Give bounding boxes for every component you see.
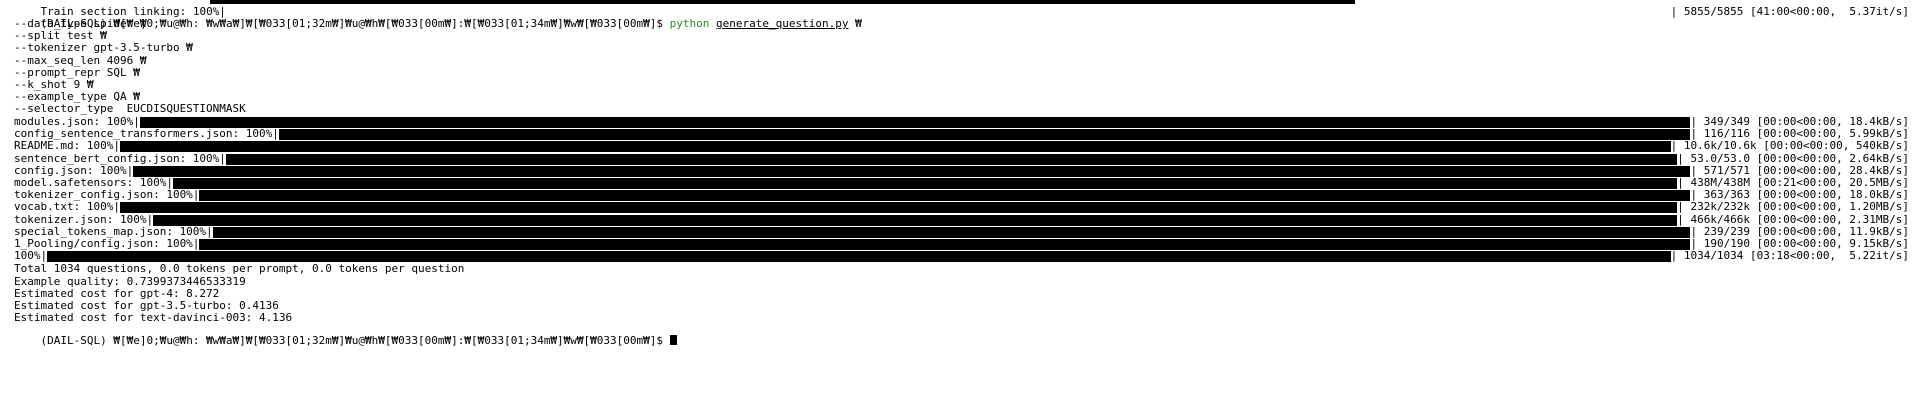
output-line: Estimated cost for gpt-4: 8.272 bbox=[14, 286, 220, 300]
progress-bar-fill bbox=[120, 202, 1677, 214]
progress-row: tokenizer_config.json: 100%| | 363/363 [0… bbox=[14, 188, 1915, 202]
progress-bar-fill bbox=[173, 178, 1677, 189]
progress-label: config.json: 100%| bbox=[14, 163, 134, 177]
progress-stats: | 363/363 [00:00<00:00, 18.0kB/s] bbox=[1690, 188, 1909, 202]
progress-stats: | 1034/1034 [03:18<00:00, 5.22it/s] bbox=[1670, 249, 1909, 263]
progress-bar-fill bbox=[199, 190, 1690, 202]
progress-stats: | 349/349 [00:00<00:00, 18.4kB/s] bbox=[1690, 115, 1909, 128]
clipped-progress-bar bbox=[210, 0, 1355, 4]
progress-row: sentence_bert_config.json: 100%| | 53.0/5… bbox=[14, 151, 1915, 165]
progress-bar-fill bbox=[153, 214, 1677, 226]
progress-stats: | 10.6k/10.6k [00:00<00:00, 540kB/s] bbox=[1670, 139, 1909, 153]
command-arg-line: --prompt_repr SQL ₩ bbox=[14, 65, 140, 79]
progress-row: 1_Pooling/config.json: 100%| | 190/190 [0… bbox=[14, 238, 1915, 250]
command-arg-line: --selector_type EUCDISQUESTIONMASK bbox=[14, 102, 246, 116]
progress-bar-fill bbox=[120, 141, 1671, 153]
terminal-window[interactable]: Train section linking: 100%| | 5855/5855… bbox=[0, 0, 1915, 401]
clipped-progress-stats: | 5855/5855 [41:00<00:00, 5.37it/s] bbox=[1670, 5, 1909, 18]
clipped-progress-line: Train section linking: 100%| bbox=[14, 0, 226, 17]
progress-label: config_sentence_transformers.json: 100%| bbox=[14, 127, 279, 141]
progress-label: sentence_bert_config.json: 100%| bbox=[14, 151, 226, 165]
line-continuation: ₩ bbox=[848, 17, 862, 30]
final-prompt-text: (DAIL-SQL) ₩[₩e]0;₩u@₩h: ₩w₩a₩]₩[₩033[01… bbox=[40, 334, 670, 348]
progress-label: vocab.txt: 100%| bbox=[14, 200, 120, 214]
progress-stats: | 53.0/53.0 [00:00<00:00, 2.64kB/s] bbox=[1677, 151, 1909, 165]
progress-stats: | 239/239 [00:00<00:00, 11.9kB/s] bbox=[1690, 224, 1909, 238]
progress-stats: | 116/116 [00:00<00:00, 5.99kB/s] bbox=[1690, 127, 1909, 141]
command-arg-line: --tokenizer gpt-3.5-turbo ₩ bbox=[14, 41, 193, 55]
progress-stats: | 438M/438M [00:21<00:00, 20.5MB/s] bbox=[1677, 176, 1909, 189]
progress-row: config_sentence_transformers.json: 100%|… bbox=[14, 127, 1915, 141]
progress-label: 100%| bbox=[14, 249, 48, 263]
progress-row: modules.json: 100%| | 349/349 [00:00<00:0… bbox=[14, 116, 1915, 128]
progress-row: config.json: 100%| | 571/571 [00:00<00:00… bbox=[14, 163, 1915, 177]
output-line: Total 1034 questions, 0.0 tokens per pro… bbox=[14, 262, 465, 276]
progress-stats: | 571/571 [00:00<00:00, 28.4kB/s] bbox=[1690, 163, 1909, 177]
text-cursor bbox=[669, 335, 677, 346]
progress-stats: | 232k/232k [00:00<00:00, 1.20MB/s] bbox=[1677, 200, 1909, 214]
progress-bar-fill bbox=[133, 165, 1690, 177]
command-arg-line: --max_seq_len 4096 ₩ bbox=[14, 53, 147, 67]
output-line: Estimated cost for text-davinci-003: 4.1… bbox=[14, 311, 293, 325]
progress-label: special_tokens_map.json: 100%| bbox=[14, 224, 213, 238]
command-name: python bbox=[669, 17, 710, 30]
progress-stats: | 190/190 [00:00<00:00, 9.15kB/s] bbox=[1690, 237, 1909, 250]
progress-row: tokenizer.json: 100%| | 466k/466k [00:00<… bbox=[14, 212, 1915, 226]
command-arg-line: --k_shot 9 ₩ bbox=[14, 78, 94, 91]
command-arg-line: --data_type spider ₩ bbox=[14, 17, 147, 30]
output-line: Example quality: 0.7399373446533319 bbox=[14, 274, 246, 288]
command-arg-line: --example_type QA ₩ bbox=[14, 90, 140, 104]
command-arg-line: --split test ₩ bbox=[14, 29, 107, 43]
progress-bar-fill bbox=[279, 129, 1690, 141]
progress-bar-fill bbox=[140, 117, 1690, 128]
prompt-mangled: ₩[₩e]0;₩u@₩h: ₩w₩a₩]₩[₩033[01;32m₩]₩u@₩h… bbox=[113, 17, 670, 30]
progress-row: special_tokens_map.json: 100%| | 239/239 … bbox=[14, 224, 1915, 238]
progress-label: 1_Pooling/config.json: 100%| bbox=[14, 237, 200, 250]
progress-stats: | 466k/466k [00:00<00:00, 2.31MB/s] bbox=[1677, 212, 1909, 226]
progress-bar-fill bbox=[47, 251, 1671, 263]
progress-row: vocab.txt: 100%| | 232k/232k [00:00<00:00… bbox=[14, 200, 1915, 214]
progress-row: README.md: 100%| | 10.6k/10.6k [00:00<00:… bbox=[14, 139, 1915, 153]
progress-bar-fill bbox=[226, 153, 1677, 165]
progress-bar-fill bbox=[213, 226, 1690, 238]
script-name: generate_question.py bbox=[716, 17, 849, 30]
progress-label: tokenizer_config.json: 100%| bbox=[14, 188, 200, 202]
output-line: Estimated cost for gpt-3.5-turbo: 0.4136 bbox=[14, 299, 279, 312]
progress-row: 100%| | 1034/1034 [03:18<00:00, 5.22it/s] bbox=[14, 249, 1915, 263]
progress-row: model.safetensors: 100%| | 438M/438M [00:… bbox=[14, 177, 1915, 189]
final-prompt-line[interactable]: (DAIL-SQL) ₩[₩e]0;₩u@₩h: ₩w₩a₩]₩[₩033[01… bbox=[14, 324, 677, 346]
progress-label: tokenizer.json: 100%| bbox=[14, 212, 154, 226]
progress-label: modules.json: 100%| bbox=[14, 115, 140, 128]
progress-label: model.safetensors: 100%| bbox=[14, 176, 173, 189]
progress-label: README.md: 100%| bbox=[14, 139, 120, 153]
progress-bar-fill bbox=[199, 239, 1690, 250]
